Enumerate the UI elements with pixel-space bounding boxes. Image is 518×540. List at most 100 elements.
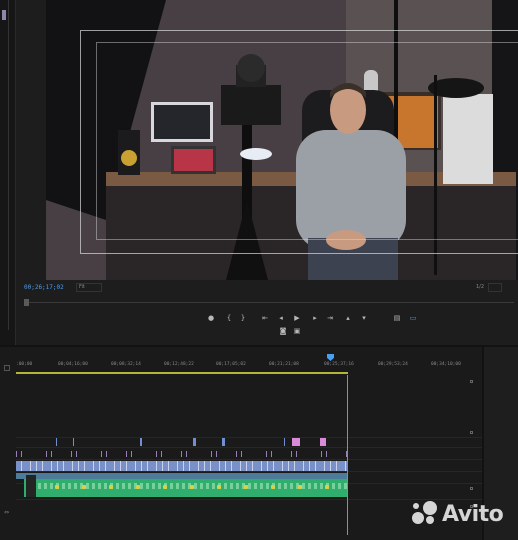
- audio-gap[interactable]: [26, 475, 36, 497]
- edit-marker[interactable]: [211, 451, 212, 457]
- audio-waveform[interactable]: [182, 483, 185, 489]
- button-editor-icon[interactable]: ▭: [408, 313, 418, 323]
- audio-waveform[interactable]: [230, 483, 233, 489]
- edit-marker[interactable]: [216, 451, 217, 457]
- audio-waveform[interactable]: [338, 483, 341, 489]
- audio-waveform[interactable]: [38, 483, 41, 489]
- clip-cut[interactable]: [51, 461, 52, 471]
- clip-cut[interactable]: [156, 461, 157, 471]
- marker-clip[interactable]: [284, 438, 285, 446]
- edit-marker[interactable]: [16, 451, 17, 457]
- audio-waveform[interactable]: [254, 483, 257, 489]
- clip-cut[interactable]: [309, 461, 310, 471]
- edit-marker[interactable]: [181, 451, 182, 457]
- marker-clip[interactable]: [222, 438, 225, 446]
- clip-cut[interactable]: [168, 461, 169, 471]
- playback-resolution-dropdown[interactable]: [488, 283, 502, 292]
- track-scroll-handle[interactable]: [470, 380, 473, 383]
- audio-waveform[interactable]: [62, 483, 65, 489]
- audio-waveform[interactable]: [152, 483, 155, 489]
- clip-cut[interactable]: [294, 461, 295, 471]
- clip-cut[interactable]: [114, 461, 115, 471]
- edit-marker[interactable]: [291, 451, 292, 457]
- audio-waveform[interactable]: [290, 483, 293, 489]
- edit-marker[interactable]: [156, 451, 157, 457]
- clip-cut[interactable]: [288, 461, 289, 471]
- clip-cut[interactable]: [99, 461, 100, 471]
- audio-keyframe[interactable]: [82, 485, 86, 489]
- clip-cut[interactable]: [282, 461, 283, 471]
- edit-marker[interactable]: [161, 451, 162, 457]
- audio-waveform[interactable]: [278, 483, 281, 489]
- audio-keyframe[interactable]: [298, 485, 302, 489]
- clip-cut[interactable]: [93, 461, 94, 471]
- edit-marker[interactable]: [126, 451, 127, 457]
- clip-cut[interactable]: [162, 461, 163, 471]
- clip-cut[interactable]: [252, 461, 253, 471]
- marker-clip[interactable]: [292, 438, 300, 446]
- audio-keyframe[interactable]: [244, 485, 248, 489]
- audio-waveform[interactable]: [260, 483, 263, 489]
- audio-waveform[interactable]: [44, 483, 47, 489]
- clip-cut[interactable]: [105, 461, 106, 471]
- edit-marker[interactable]: [266, 451, 267, 457]
- audio-waveform[interactable]: [170, 483, 173, 489]
- mark-out-icon[interactable]: }: [238, 313, 248, 323]
- clip-cut[interactable]: [210, 461, 211, 471]
- clip-cut[interactable]: [63, 461, 64, 471]
- play-icon[interactable]: ▶: [292, 313, 302, 323]
- edit-marker[interactable]: [21, 451, 22, 457]
- extract-icon[interactable]: ▾: [359, 313, 369, 323]
- clip-cut[interactable]: [120, 461, 121, 471]
- clip-cut[interactable]: [57, 461, 58, 471]
- step-back-icon[interactable]: ◂: [276, 313, 286, 323]
- audio-keyframe[interactable]: [217, 485, 221, 489]
- edit-marker[interactable]: [321, 451, 322, 457]
- scrub-handle[interactable]: [24, 299, 29, 306]
- marker-clip[interactable]: [73, 438, 74, 446]
- go-to-in-icon[interactable]: ⇤: [260, 313, 270, 323]
- audio-waveform[interactable]: [320, 483, 323, 489]
- clip-cut[interactable]: [315, 461, 316, 471]
- audio-waveform[interactable]: [236, 483, 239, 489]
- clip-cut[interactable]: [231, 461, 232, 471]
- clip-cut[interactable]: [72, 461, 73, 471]
- audio-waveform[interactable]: [86, 483, 89, 489]
- playhead-timecode[interactable]: 00;26;17;02: [24, 284, 64, 291]
- clip-cut[interactable]: [141, 461, 142, 471]
- audio-waveform[interactable]: [176, 483, 179, 489]
- edit-marker[interactable]: [326, 451, 327, 457]
- audio-waveform[interactable]: [98, 483, 101, 489]
- audio-waveform[interactable]: [158, 483, 161, 489]
- clip-cut[interactable]: [336, 461, 337, 471]
- clip-cut[interactable]: [345, 461, 346, 471]
- audio-waveform[interactable]: [224, 483, 227, 489]
- audio-waveform[interactable]: [50, 483, 53, 489]
- audio-keyframe[interactable]: [163, 485, 167, 489]
- comparison-view-icon[interactable]: ▣: [292, 326, 302, 336]
- audio-waveform[interactable]: [302, 483, 305, 489]
- audio-waveform[interactable]: [200, 483, 203, 489]
- track-scroll-handle[interactable]: [470, 487, 473, 490]
- audio-keyframe[interactable]: [109, 485, 113, 489]
- timeline-ruler[interactable]: :00;00 00;04;16;00 00;08;32;14 00;12;48;22 0…: [16, 359, 482, 375]
- clip-cut[interactable]: [183, 461, 184, 471]
- step-forward-icon[interactable]: ▸: [310, 313, 320, 323]
- clip-cut[interactable]: [267, 461, 268, 471]
- audio-waveform[interactable]: [92, 483, 95, 489]
- clip-cut[interactable]: [177, 461, 178, 471]
- audio-keyframe[interactable]: [55, 485, 59, 489]
- audio-waveform[interactable]: [248, 483, 251, 489]
- clip-cut[interactable]: [225, 461, 226, 471]
- audio-waveform[interactable]: [140, 483, 143, 489]
- clip-cut[interactable]: [42, 461, 43, 471]
- timeline-zoom-icon[interactable]: ⇔: [4, 509, 9, 516]
- clip-cut[interactable]: [126, 461, 127, 471]
- clip-cut[interactable]: [204, 461, 205, 471]
- proxy-toggle-icon[interactable]: ▤: [392, 313, 402, 323]
- clip-cut[interactable]: [246, 461, 247, 471]
- clip-cut[interactable]: [21, 461, 22, 471]
- track-scroll-handle[interactable]: [470, 431, 473, 434]
- edit-marker[interactable]: [296, 451, 297, 457]
- audio-waveform[interactable]: [128, 483, 131, 489]
